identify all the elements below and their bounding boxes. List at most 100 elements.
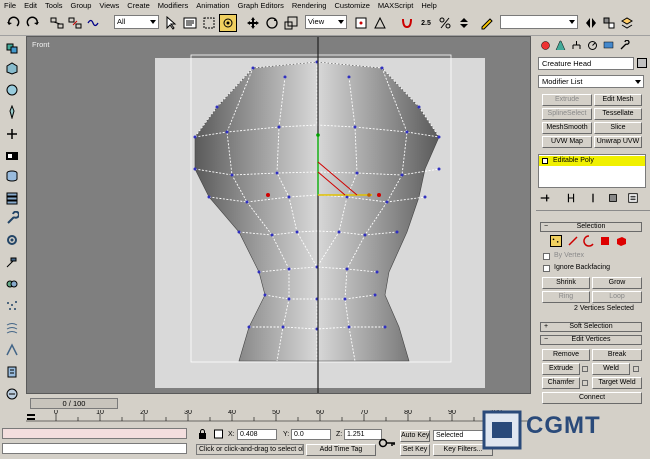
- soft-selection-rollout-header[interactable]: + Soft Selection: [540, 322, 642, 332]
- shapes-icon[interactable]: [3, 40, 21, 56]
- edit-vertices-rollout-header[interactable]: − Edit Vertices: [540, 335, 642, 345]
- add-time-tag-button[interactable]: Add Time Tag: [306, 444, 376, 456]
- maxscript-output-field[interactable]: [2, 443, 187, 454]
- select-and-manipulate-icon[interactable]: [371, 14, 389, 32]
- chevron-down-icon[interactable]: [635, 80, 641, 84]
- helpers-icon[interactable]: [3, 126, 21, 142]
- expand-icon[interactable]: [542, 158, 548, 164]
- hammer-icon[interactable]: [3, 254, 21, 270]
- gear-icon[interactable]: [3, 232, 21, 248]
- lights-icon[interactable]: [3, 104, 21, 120]
- motion-tab-icon[interactable]: [585, 39, 599, 52]
- ignore-backfacing-checkbox[interactable]: [543, 265, 550, 272]
- edit-named-selections-icon[interactable]: [478, 14, 496, 32]
- space-warps-icon[interactable]: [3, 342, 21, 358]
- modify-tab-icon[interactable]: [553, 39, 567, 52]
- rectangular-selection-icon[interactable]: [200, 14, 218, 32]
- create-tab-icon[interactable]: [538, 39, 552, 52]
- y-coordinate-field[interactable]: 0.0: [291, 429, 331, 440]
- edit-mesh-modifier-button[interactable]: Edit Mesh: [594, 94, 642, 106]
- pin-stack-icon[interactable]: [538, 192, 552, 204]
- z-coordinate-field[interactable]: 1.251: [344, 429, 382, 440]
- compound-icon[interactable]: [3, 276, 21, 292]
- select-and-scale-icon[interactable]: [282, 14, 300, 32]
- configure-modifier-sets-icon[interactable]: [626, 192, 640, 204]
- menu-customize[interactable]: Customize: [334, 0, 369, 11]
- menu-views[interactable]: Views: [99, 0, 119, 11]
- menu-file[interactable]: File: [4, 0, 16, 11]
- polygon-mode-icon[interactable]: [599, 235, 611, 247]
- menu-create[interactable]: Create: [127, 0, 150, 11]
- connect-button[interactable]: Connect: [542, 392, 642, 404]
- particles-icon[interactable]: [3, 298, 21, 314]
- utilities-tab-icon[interactable]: [617, 39, 631, 52]
- chamfer-settings-icon[interactable]: [582, 380, 588, 386]
- display-tab-icon[interactable]: [601, 39, 615, 52]
- time-slider[interactable]: 0 / 100: [30, 398, 118, 409]
- select-by-name-icon[interactable]: [181, 14, 199, 32]
- chamfer-button[interactable]: Chamfer: [542, 377, 580, 389]
- select-and-link-icon[interactable]: [48, 14, 66, 32]
- mirror-icon[interactable]: [582, 14, 600, 32]
- front-viewport[interactable]: Front: [26, 36, 531, 394]
- display-icon[interactable]: [3, 148, 21, 164]
- object-color-swatch[interactable]: [637, 58, 647, 68]
- menu-group[interactable]: Group: [71, 0, 92, 11]
- pivot-center-icon[interactable]: [352, 14, 370, 32]
- object-name-field[interactable]: Creature Head: [538, 57, 634, 70]
- modifier-list-select[interactable]: Modifier List: [538, 75, 644, 88]
- set-key-button[interactable]: Set Key: [400, 444, 430, 456]
- target-weld-button[interactable]: Target Weld: [592, 377, 642, 389]
- spline-select-modifier-button[interactable]: SplineSelect: [542, 108, 592, 120]
- snaps-toggle-icon[interactable]: [398, 14, 416, 32]
- break-button[interactable]: Break: [592, 349, 642, 361]
- shrink-button[interactable]: Shrink: [542, 277, 590, 289]
- edge-mode-icon[interactable]: [567, 235, 579, 247]
- spinner-snap-icon[interactable]: [455, 14, 473, 32]
- undo-icon[interactable]: [4, 14, 22, 32]
- lock-icon[interactable]: [198, 429, 207, 439]
- maxscript-listener-field[interactable]: [2, 428, 187, 439]
- layer-manager-icon[interactable]: [618, 14, 636, 32]
- make-unique-icon[interactable]: [586, 192, 600, 204]
- systems-icon[interactable]: [3, 364, 21, 380]
- menu-rendering[interactable]: Rendering: [292, 0, 327, 11]
- percent-snap-icon[interactable]: [436, 14, 454, 32]
- selection-filter-select[interactable]: All: [114, 15, 159, 29]
- stack-item-editable-poly[interactable]: Editable Poly: [539, 156, 645, 166]
- extrude-settings-icon[interactable]: [582, 366, 588, 372]
- stack-icon[interactable]: [3, 190, 21, 206]
- auto-key-button[interactable]: Auto Key: [400, 430, 430, 442]
- window-crossing-icon[interactable]: [219, 14, 237, 32]
- redo-icon[interactable]: [24, 14, 42, 32]
- meshsmooth-modifier-button[interactable]: MeshSmooth: [542, 122, 592, 134]
- menu-help[interactable]: Help: [421, 0, 436, 11]
- extrude-modifier-button[interactable]: Extrude: [542, 94, 592, 106]
- tessellate-modifier-button[interactable]: Tessellate: [594, 108, 642, 120]
- uvw-map-modifier-button[interactable]: UVW Map: [542, 136, 592, 148]
- align-icon[interactable]: [600, 14, 618, 32]
- menu-graph-editors[interactable]: Graph Editors: [238, 0, 284, 11]
- remove-modifier-icon[interactable]: [606, 192, 620, 204]
- patch-grid-icon[interactable]: [3, 320, 21, 336]
- x-coordinate-field[interactable]: 0.408: [237, 429, 277, 440]
- element-mode-icon[interactable]: [615, 235, 627, 247]
- weld-button[interactable]: Weld: [592, 363, 630, 375]
- sphere-icon[interactable]: [3, 82, 21, 98]
- grow-button[interactable]: Grow: [592, 277, 642, 289]
- bind-space-warp-icon[interactable]: [84, 14, 102, 32]
- vertex-mode-icon[interactable]: [550, 235, 562, 247]
- slice-modifier-button[interactable]: Slice: [594, 122, 642, 134]
- wrench-icon[interactable]: [3, 210, 21, 226]
- loop-button[interactable]: Loop: [592, 291, 642, 303]
- menu-edit[interactable]: Edit: [24, 0, 37, 11]
- show-end-result-icon[interactable]: [564, 192, 578, 204]
- unlink-icon[interactable]: [66, 14, 84, 32]
- key-icon[interactable]: [378, 435, 396, 451]
- extrude-button[interactable]: Extrude: [542, 363, 580, 375]
- menu-modifiers[interactable]: Modifiers: [158, 0, 188, 11]
- by-vertex-checkbox[interactable]: [543, 253, 550, 260]
- ring-button[interactable]: Ring: [542, 291, 590, 303]
- border-mode-icon[interactable]: [583, 235, 595, 247]
- unwrap-uvw-modifier-button[interactable]: Unwrap UVW: [594, 136, 642, 148]
